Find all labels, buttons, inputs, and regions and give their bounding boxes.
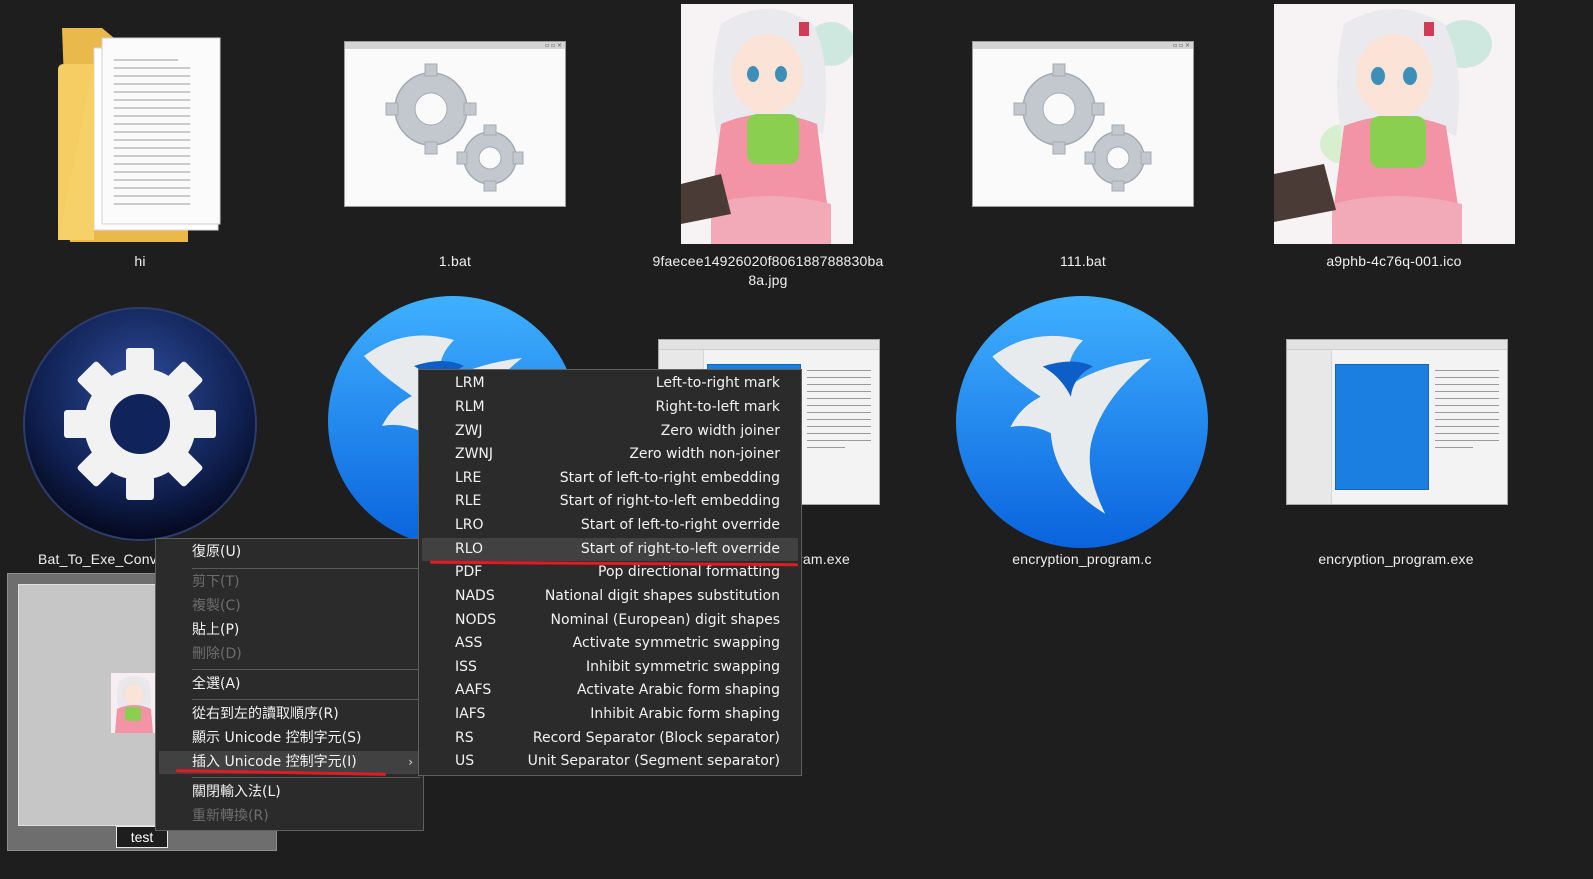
menu-item-show-unicode-control[interactable]: 顯示 Unicode 控制字元(S) bbox=[159, 727, 421, 750]
submenu-item-lre[interactable]: LRE Start of left-to-right embedding bbox=[422, 467, 798, 490]
submenu-item-rlo[interactable]: RLO Start of right-to-left override bbox=[422, 538, 798, 561]
window-titlebar bbox=[659, 340, 879, 350]
folder-icon bbox=[58, 28, 221, 242]
file-name-label[interactable]: hi bbox=[40, 252, 240, 271]
file-item-blue-app[interactable] bbox=[956, 296, 1208, 548]
gears-icon bbox=[1013, 63, 1152, 192]
chevron-right-icon: › bbox=[408, 755, 413, 769]
file-name-label[interactable]: a9phb-4c76q-001.ico bbox=[1284, 252, 1504, 271]
file-item-bat[interactable]: ▫ ▫ × bbox=[972, 41, 1194, 207]
window-titlebar bbox=[1287, 340, 1507, 350]
submenu-item-aafs[interactable]: AAFS Activate Arabic form shaping bbox=[422, 679, 798, 702]
document-preview bbox=[1335, 364, 1429, 490]
submenu-item-iafs[interactable]: IAFS Inhibit Arabic form shaping bbox=[422, 703, 798, 726]
submenu-item-zwnj[interactable]: ZWNJ Zero width non-joiner bbox=[422, 443, 798, 466]
file-item-image[interactable] bbox=[681, 4, 853, 244]
file-name-label[interactable]: 1.bat bbox=[355, 252, 555, 271]
submenu-item-rle[interactable]: RLE Start of right-to-left embedding bbox=[422, 490, 798, 513]
file-item-exe[interactable] bbox=[1286, 339, 1508, 505]
anime-girl-image bbox=[1274, 4, 1515, 244]
menu-item-delete[interactable]: 刪除(D) bbox=[159, 643, 421, 666]
submenu-item-lro[interactable]: LRO Start of left-to-right override bbox=[422, 514, 798, 537]
anime-girl-image bbox=[681, 4, 853, 244]
menu-item-cut[interactable]: 剪下(T) bbox=[159, 571, 421, 594]
menu-item-rtl-reading-order[interactable]: 從右到左的讀取順序(R) bbox=[159, 703, 421, 726]
file-name-label[interactable]: encryption_program.exe bbox=[1296, 550, 1496, 569]
menu-item-label: 插入 Unicode 控制字元(I) bbox=[192, 754, 357, 770]
submenu-item-ass[interactable]: ASS Activate symmetric swapping bbox=[422, 632, 798, 655]
file-item-settings-app[interactable] bbox=[22, 306, 258, 542]
menu-item-reconvert[interactable]: 重新轉換(R) bbox=[159, 805, 421, 828]
menu-item-copy[interactable]: 複製(C) bbox=[159, 595, 421, 618]
submenu-item-nads[interactable]: NADS National digit shapes substitution bbox=[422, 585, 798, 608]
menu-item-paste[interactable]: 貼上(P) bbox=[159, 619, 421, 642]
menu-separator bbox=[192, 777, 420, 778]
file-item-bat[interactable]: ▫ ▫ × bbox=[344, 41, 566, 207]
unicode-control-submenu: LRM Left-to-right mark RLM Right-to-left m… bbox=[418, 369, 802, 776]
gears-icon bbox=[385, 63, 524, 192]
context-menu: 復原(U) 剪下(T) 複製(C) 貼上(P) 刪除(D) 全選(A) 從右到左… bbox=[155, 538, 424, 831]
menu-separator bbox=[192, 669, 420, 670]
anime-girl-image bbox=[111, 673, 157, 733]
submenu-item-zwj[interactable]: ZWJ Zero width joiner bbox=[422, 420, 798, 443]
submenu-item-us[interactable]: US Unit Separator (Segment separator) bbox=[422, 750, 798, 773]
file-name-label[interactable]: 111.bat bbox=[983, 252, 1183, 271]
file-item-folder[interactable] bbox=[50, 20, 230, 280]
file-thumbnail bbox=[18, 584, 166, 826]
file-name-label[interactable]: encryption_program.c bbox=[982, 550, 1182, 569]
text-lines bbox=[807, 370, 871, 454]
menu-separator bbox=[192, 568, 420, 569]
text-lines bbox=[1435, 370, 1499, 454]
menu-item-close-ime[interactable]: 關閉輸入法(L) bbox=[159, 781, 421, 804]
menu-item-undo[interactable]: 復原(U) bbox=[159, 541, 421, 564]
menu-separator bbox=[192, 699, 420, 700]
blue-app-icon bbox=[956, 296, 1208, 548]
window-sidebar bbox=[1287, 350, 1332, 504]
file-name-label[interactable]: 9faecee14926020f806188788830ba 8a.jpg bbox=[637, 252, 899, 290]
submenu-item-nods[interactable]: NODS Nominal (European) digit shapes bbox=[422, 609, 798, 632]
settings-gear-icon bbox=[23, 307, 257, 541]
file-name-label[interactable]: ram.exe bbox=[798, 550, 868, 569]
submenu-item-iss[interactable]: ISS Inhibit symmetric swapping bbox=[422, 656, 798, 679]
submenu-item-rs[interactable]: RS Record Separator (Block separator) bbox=[422, 727, 798, 750]
submenu-item-lrm[interactable]: LRM Left-to-right mark bbox=[422, 372, 798, 395]
submenu-item-rlm[interactable]: RLM Right-to-left mark bbox=[422, 396, 798, 419]
file-item-image[interactable] bbox=[1274, 4, 1515, 244]
file-name-label[interactable]: Bat_To_Exe_Conv bbox=[38, 550, 168, 569]
menu-item-select-all[interactable]: 全選(A) bbox=[159, 673, 421, 696]
